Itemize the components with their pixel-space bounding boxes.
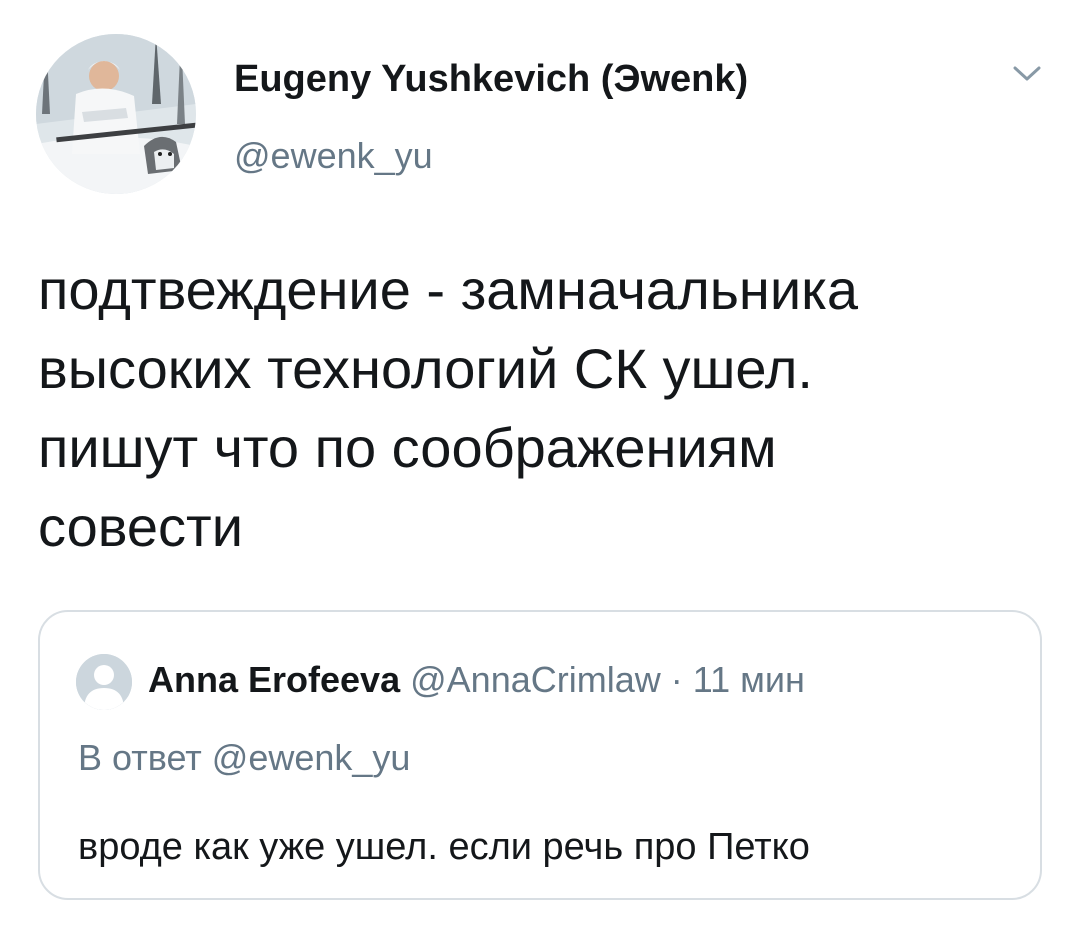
quoted-tweet-header: Anna Erofeeva @AnnaCrimlaw · 11 мин bbox=[148, 656, 805, 704]
header-separator: · bbox=[670, 659, 683, 700]
avatar[interactable] bbox=[36, 34, 196, 194]
quoted-tweet-text: вроде как уже ушел. если речь про Петко bbox=[78, 826, 810, 868]
profile-photo bbox=[36, 34, 196, 194]
reply-to-label: В ответ @ewenk_yu bbox=[78, 737, 411, 778]
quoted-timestamp[interactable]: 11 мин bbox=[693, 659, 805, 700]
tweet-header: Eugeny Yushkevich (Эwenk) @ewenk_yu bbox=[36, 34, 1046, 196]
author-handle[interactable]: @ewenk_yu bbox=[234, 134, 433, 178]
default-avatar-icon[interactable] bbox=[76, 654, 132, 710]
chevron-down-icon[interactable] bbox=[1012, 64, 1042, 84]
author-display-name[interactable]: Eugeny Yushkevich (Эwenk) bbox=[234, 56, 748, 102]
quoted-author-handle[interactable]: @AnnaCrimlaw bbox=[410, 659, 661, 700]
quoted-tweet[interactable]: Anna Erofeeva @AnnaCrimlaw · 11 мин В от… bbox=[38, 610, 1042, 900]
quoted-author-name[interactable]: Anna Erofeeva bbox=[148, 659, 400, 700]
tweet: Eugeny Yushkevich (Эwenk) @ewenk_yu подт… bbox=[0, 0, 1080, 927]
tweet-text: подтвеждение - замначальника высоких тех… bbox=[38, 258, 859, 558]
